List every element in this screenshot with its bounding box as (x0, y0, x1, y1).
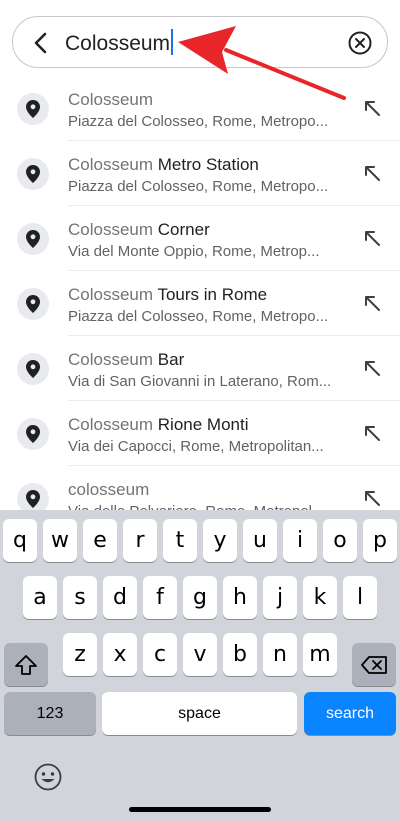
fill-query-arrow-icon[interactable] (362, 163, 382, 183)
suggestion-address: Via di San Giovanni in Laterano, Rom... (68, 373, 332, 390)
key-l[interactable]: l (343, 576, 377, 619)
numbers-key[interactable]: 123 (4, 692, 96, 735)
map-pin-icon (26, 490, 40, 508)
key-x[interactable]: x (103, 633, 137, 676)
key-a[interactable]: a (23, 576, 57, 619)
key-f[interactable]: f (143, 576, 177, 619)
suggestion-row[interactable]: Colosseum Bar Via di San Giovanni in Late… (0, 336, 400, 401)
suggestion-address: Via delle Polveriere, Rome, Metropol... (68, 503, 336, 510)
home-indicator (129, 807, 271, 812)
chevron-left-icon[interactable] (27, 29, 55, 57)
map-pin-icon (26, 295, 40, 313)
key-o[interactable]: o (323, 519, 357, 562)
suggestion-match: Colosseum (68, 90, 154, 109)
suggestion-row[interactable]: colosseum Via delle Polveriere, Rome, Met… (0, 466, 400, 510)
key-i[interactable]: i (283, 519, 317, 562)
key-k[interactable]: k (303, 576, 337, 619)
space-key[interactable]: space (102, 692, 297, 735)
key-s[interactable]: s (63, 576, 97, 619)
suggestion-row[interactable]: Colosseum Piazza del Colosseo, Rome, Metr… (0, 76, 400, 141)
map-pin-icon (26, 100, 40, 118)
key-n[interactable]: n (263, 633, 297, 676)
suggestion-title: Colosseum Rione Monti (68, 415, 248, 435)
key-w[interactable]: w (43, 519, 77, 562)
suggestion-rest: Rione Monti (153, 415, 249, 434)
key-d[interactable]: d (103, 576, 137, 619)
suggestion-row[interactable]: Colosseum Corner Via del Monte Oppio, Rom… (0, 206, 400, 271)
key-m[interactable]: m (303, 633, 337, 676)
fill-query-arrow-icon[interactable] (362, 488, 382, 508)
place-pin-badge (17, 483, 49, 510)
backspace-icon (361, 655, 387, 674)
suggestion-match: Colosseum (68, 220, 154, 239)
place-pin-badge (17, 288, 49, 320)
clear-circle-icon[interactable] (347, 30, 373, 56)
text-caret (171, 29, 174, 55)
fill-query-arrow-icon[interactable] (362, 98, 382, 118)
search-query: Colosseum (65, 32, 171, 55)
suggestion-rest: Metro Station (153, 155, 259, 174)
suggestion-address: Piazza del Colosseo, Rome, Metropo... (68, 178, 329, 195)
search-bar[interactable]: Colosseum (12, 16, 388, 68)
place-pin-badge (17, 158, 49, 190)
key-h[interactable]: h (223, 576, 257, 619)
suggestion-title: colosseum (68, 480, 149, 500)
suggestion-rest: Bar (153, 350, 185, 369)
suggestion-match: Colosseum (68, 415, 154, 434)
suggestion-title: Colosseum Tours in Rome (68, 285, 267, 305)
suggestion-rest: Corner (153, 220, 210, 239)
suggestion-title: Colosseum Metro Station (68, 155, 259, 175)
place-pin-badge (17, 353, 49, 385)
place-pin-badge (17, 93, 49, 125)
place-pin-badge (17, 418, 49, 450)
key-c[interactable]: c (143, 633, 177, 676)
suggestion-match: Colosseum (68, 285, 154, 304)
fill-query-arrow-icon[interactable] (362, 293, 382, 313)
suggestions-list: Colosseum Piazza del Colosseo, Rome, Metr… (0, 76, 400, 510)
place-pin-badge (17, 223, 49, 255)
keyboard: 123 space search qwertyuiop asdfghjkl zxcv… (0, 510, 400, 821)
key-b[interactable]: b (223, 633, 257, 676)
suggestion-address: Via del Monte Oppio, Rome, Metrop... (68, 243, 320, 260)
fill-query-arrow-icon[interactable] (362, 228, 382, 248)
suggestion-title: Colosseum (68, 90, 153, 110)
suggestion-match: colosseum (68, 480, 150, 499)
map-pin-icon (26, 360, 40, 378)
key-y[interactable]: y (203, 519, 237, 562)
key-j[interactable]: j (263, 576, 297, 619)
suggestion-address: Piazza del Colosseo, Rome, Metropo... (68, 113, 329, 130)
key-v[interactable]: v (183, 633, 217, 676)
key-q[interactable]: q (3, 519, 37, 562)
key-p[interactable]: p (363, 519, 397, 562)
suggestion-title: Colosseum Bar (68, 350, 184, 370)
shift-icon (15, 654, 37, 675)
suggestion-address: Via dei Capocci, Rome, Metropolitan... (68, 438, 324, 455)
suggestion-match: Colosseum (68, 350, 154, 369)
search-key[interactable]: search (304, 692, 396, 735)
emoji-icon[interactable] (33, 762, 63, 792)
map-pin-icon (26, 165, 40, 183)
key-e[interactable]: e (83, 519, 117, 562)
backspace-key[interactable] (352, 643, 396, 686)
suggestion-title: Colosseum Corner (68, 220, 210, 240)
map-pin-icon (26, 230, 40, 248)
key-z[interactable]: z (63, 633, 97, 676)
key-t[interactable]: t (163, 519, 197, 562)
suggestion-address: Piazza del Colosseo, Rome, Metropo... (68, 308, 329, 325)
shift-key[interactable] (4, 643, 48, 686)
suggestion-rest: Tours in Rome (153, 285, 268, 304)
suggestion-match: Colosseum (68, 155, 154, 174)
search-input[interactable]: Colosseum (65, 29, 174, 58)
key-u[interactable]: u (243, 519, 277, 562)
key-g[interactable]: g (183, 576, 217, 619)
suggestion-row[interactable]: Colosseum Metro Station Piazza del Coloss… (0, 141, 400, 206)
map-pin-icon (26, 425, 40, 443)
fill-query-arrow-icon[interactable] (362, 358, 382, 378)
fill-query-arrow-icon[interactable] (362, 423, 382, 443)
suggestion-row[interactable]: Colosseum Rione Monti Via dei Capocci, Ro… (0, 401, 400, 466)
suggestion-row[interactable]: Colosseum Tours in Rome Piazza del Coloss… (0, 271, 400, 336)
key-r[interactable]: r (123, 519, 157, 562)
